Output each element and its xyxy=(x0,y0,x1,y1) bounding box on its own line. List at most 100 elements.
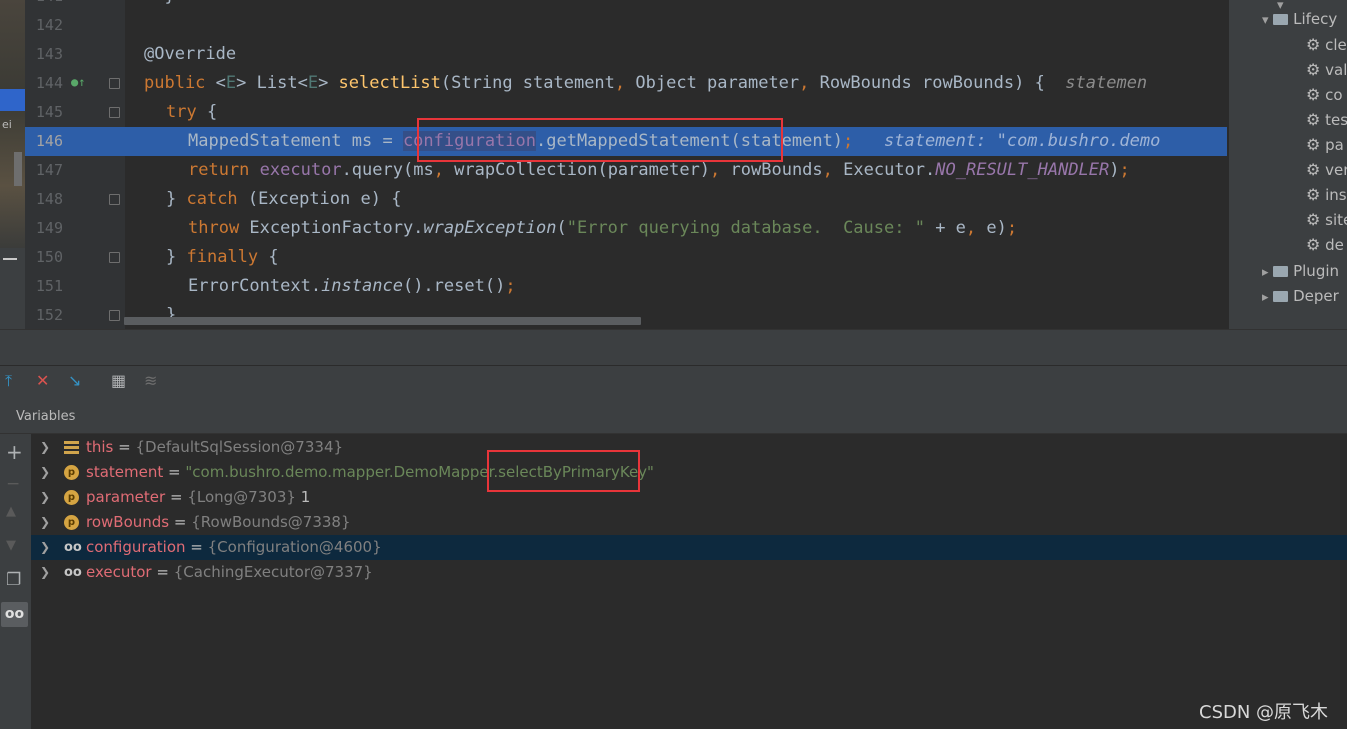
variable-row-this[interactable]: ❯ this = {DefaultSqlSession@7334} xyxy=(31,435,1347,460)
code-text: try { xyxy=(166,102,218,122)
project-selected-row[interactable] xyxy=(0,89,25,111)
variable-row-executor[interactable]: ❯ oo executor = {CachingExecutor@7337} xyxy=(31,560,1347,585)
tree-row-goal[interactable]: ⚙ co xyxy=(1306,82,1343,107)
variable-name: parameter xyxy=(86,488,166,506)
line-number: 148 xyxy=(35,190,63,208)
project-scrollbar[interactable] xyxy=(14,152,22,186)
move-down-icon[interactable]: ▼ xyxy=(6,538,16,553)
variable-name: this xyxy=(86,438,114,456)
stack-icon xyxy=(64,441,79,454)
tree-row-goal[interactable]: ⚙ de xyxy=(1306,232,1344,257)
highlight-box xyxy=(487,450,640,492)
horizontal-scrollbar[interactable] xyxy=(124,317,641,325)
code-editor[interactable]: 141 } 142 143 @Override 144 public <E> L… xyxy=(25,0,1227,329)
variable-value: {Long@7303} xyxy=(187,488,296,506)
chevron-right-icon[interactable]: ❯ xyxy=(40,435,50,460)
override-marker-icon[interactable]: ●↑ xyxy=(71,75,85,89)
code-line[interactable]: 141 } xyxy=(25,0,1227,11)
code-text: } xyxy=(144,0,174,11)
variable-value: "com.bushro.demo.mapper.DemoMapper. xyxy=(185,463,499,481)
copy-icon[interactable]: ❐ xyxy=(6,570,21,590)
step-out-icon[interactable]: ⤒ xyxy=(5,372,12,390)
chevron-right-icon[interactable]: ❯ xyxy=(40,460,50,485)
line-number: 143 xyxy=(35,45,63,63)
chevron-right-icon[interactable]: ❯ xyxy=(40,485,50,510)
code-text: public <E> List<E> selectList(String sta… xyxy=(144,73,1148,93)
add-watch-icon[interactable]: + xyxy=(6,440,23,464)
fold-icon[interactable] xyxy=(109,310,120,321)
tree-row-goal[interactable]: ⚙ val xyxy=(1306,57,1347,82)
variable-row-rowbounds[interactable]: ❯ p rowBounds = {RowBounds@7338} xyxy=(31,510,1347,535)
fold-icon[interactable] xyxy=(109,78,120,89)
chevron-right-icon[interactable]: ❯ xyxy=(40,535,50,560)
parameter-icon: p xyxy=(64,515,79,530)
chevron-right-icon[interactable]: ❯ xyxy=(40,560,50,585)
code-text: throw ExceptionFactory.wrapException("Er… xyxy=(188,218,1018,238)
gear-icon: ⚙ xyxy=(1306,35,1321,54)
parameter-icon: p xyxy=(64,465,79,480)
line-number: 141 xyxy=(25,0,63,11)
line-number: 151 xyxy=(35,277,63,295)
tree-row-goal[interactable]: ⚙ site xyxy=(1306,207,1347,232)
code-line[interactable]: 142 xyxy=(25,11,1227,40)
variable-name: executor xyxy=(86,563,152,581)
line-number: 146 xyxy=(35,132,63,150)
tree-row-goal[interactable]: ⚙ pa xyxy=(1306,132,1344,157)
variable-row-statement[interactable]: ❯ p statement = "com.bushro.demo.mapper.… xyxy=(31,460,1347,485)
folder-icon xyxy=(1273,266,1289,277)
gear-icon: ⚙ xyxy=(1306,60,1321,79)
folder-icon xyxy=(1273,291,1289,302)
code-line[interactable]: 151 ErrorContext.instance().reset(); xyxy=(25,272,1227,301)
code-line[interactable]: 144 public <E> List<E> selectList(String… xyxy=(25,69,1227,98)
variable-value: {Configuration@4600} xyxy=(207,538,382,556)
inline-hint: statemen xyxy=(1065,73,1148,93)
chevron-right-icon[interactable]: ❯ xyxy=(40,510,50,535)
tree-row-plugins[interactable]: ▸ Plugin xyxy=(1262,259,1339,284)
trace-icon[interactable]: ≋ xyxy=(144,372,157,390)
maven-structure-panel: ▾ ▾ Lifecy ⚙ cle ⚙ val ⚙ co ⚙ tes ⚙ pa ⚙… xyxy=(1228,0,1347,329)
code-line[interactable]: 150 } finally { xyxy=(25,243,1227,272)
tree-row-goal[interactable]: ⚙ cle xyxy=(1306,32,1347,57)
watermark: CSDN @原飞木 xyxy=(1199,702,1329,723)
variable-extra: 1 xyxy=(300,488,311,506)
panel-divider[interactable] xyxy=(0,329,1347,365)
code-line[interactable]: 148 } catch (Exception e) { xyxy=(25,185,1227,214)
line-number: 149 xyxy=(35,219,63,237)
variables-title: Variables xyxy=(16,409,76,424)
chevron-right-icon: ▸ xyxy=(1262,265,1269,280)
variable-row-configuration[interactable]: ❯ oo configuration = {Configuration@4600… xyxy=(31,535,1347,560)
evaluate-expression-icon[interactable]: ▦ xyxy=(111,372,126,390)
move-up-icon[interactable]: ▲ xyxy=(6,504,16,519)
drop-frame-icon[interactable]: ✕ xyxy=(36,372,49,390)
variables-side-toolbar: + − ▲ ▼ ❐ oo xyxy=(0,434,32,729)
fold-icon[interactable] xyxy=(109,252,120,263)
gear-icon: ⚙ xyxy=(1306,85,1321,104)
variable-name: configuration xyxy=(86,538,186,556)
show-watches-icon[interactable]: oo xyxy=(1,602,28,627)
line-number: 145 xyxy=(35,103,63,121)
debug-toolbar: ⤒ ✕ ↘ ▦ ≋ xyxy=(0,365,1347,397)
code-line[interactable]: 143 @Override xyxy=(25,40,1227,69)
run-to-cursor-icon[interactable]: ↘ xyxy=(68,372,81,390)
tree-row-goal[interactable]: ⚙ ver xyxy=(1306,157,1347,182)
collapse-icon[interactable] xyxy=(3,258,17,260)
variables-tree: ❯ this = {DefaultSqlSession@7334} ❯ p st… xyxy=(31,434,1347,729)
tree-row-lifecycle[interactable]: ▾ Lifecy xyxy=(1262,7,1337,32)
line-number: 142 xyxy=(35,16,63,34)
code-line[interactable]: 149 throw ExceptionFactory.wrapException… xyxy=(25,214,1227,243)
tree-row-goal[interactable]: ⚙ ins xyxy=(1306,182,1347,207)
fold-icon[interactable] xyxy=(109,107,120,118)
tree-row-dependencies[interactable]: ▸ Deper xyxy=(1262,284,1339,309)
line-number: 147 xyxy=(35,161,63,179)
chevron-right-icon: ▸ xyxy=(1262,290,1269,305)
watch-icon: oo xyxy=(64,565,82,580)
code-text: } catch (Exception e) { xyxy=(166,189,402,209)
line-number: 150 xyxy=(35,248,63,266)
variable-row-parameter[interactable]: ❯ p parameter = {Long@7303} 1 xyxy=(31,485,1347,510)
tree-row-goal[interactable]: ⚙ tes xyxy=(1306,107,1347,132)
watch-icon: oo xyxy=(64,540,82,555)
variables-header: Variables xyxy=(0,397,1347,434)
fold-icon[interactable] xyxy=(109,194,120,205)
remove-watch-icon[interactable]: − xyxy=(6,474,20,494)
folder-icon xyxy=(1273,14,1289,25)
